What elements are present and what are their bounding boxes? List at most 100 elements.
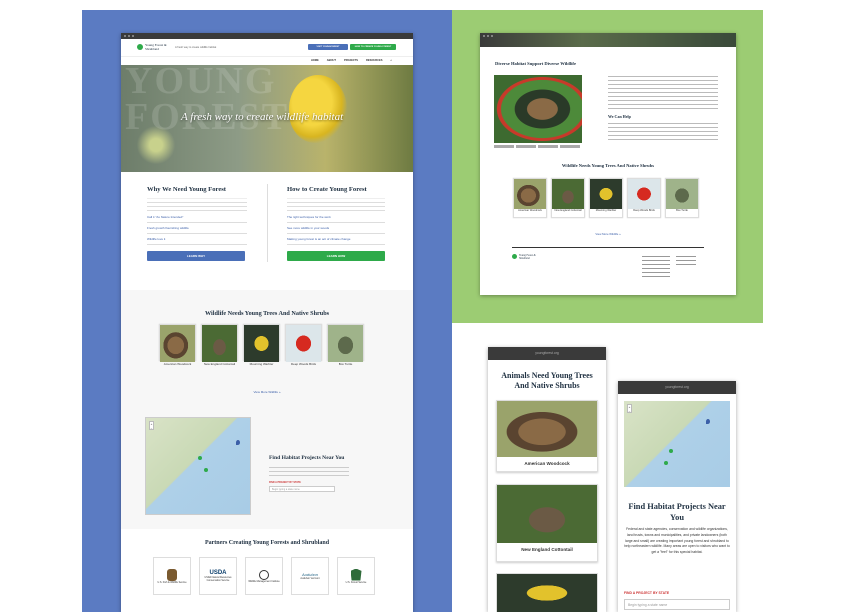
wildlife-card[interactable]: American Woodcock	[159, 324, 196, 366]
nav-resources[interactable]: RESOURCES	[366, 59, 382, 62]
map-body	[269, 465, 349, 479]
search-icon[interactable]: ⌕	[390, 59, 391, 62]
partner-logo[interactable]: USDA USDA Natural Resources Conservation …	[199, 557, 237, 595]
partner-logo[interactable]: Wildlife Management Institute	[245, 557, 283, 595]
projects-map[interactable]: + −	[145, 417, 251, 515]
wildlife-card[interactable]: Mourning Warbler	[589, 178, 623, 218]
logo-text[interactable]: Young Forest & Shrubland	[145, 43, 173, 52]
how-link-1[interactable]: The right techniques for the work	[287, 215, 385, 219]
zoom-control[interactable]: + −	[627, 404, 632, 413]
why-link-3[interactable]: Wildlife love it	[147, 237, 247, 241]
column-divider	[267, 184, 268, 262]
article-wildlife-title: Wildlife Needs Young Trees And Native Sh…	[561, 163, 655, 168]
map-pin[interactable]	[236, 440, 240, 445]
mobile-map-title: Find Habitat Projects Near You	[628, 502, 726, 522]
article-wildlife-grid: American Woodcock New England Cottontail…	[513, 178, 699, 218]
browser-chrome	[480, 33, 736, 47]
why-link-2[interactable]: Fresh growth flourishing wildlife	[147, 226, 247, 230]
partners-section: Partners Creating Young Forests and Shru…	[121, 529, 413, 611]
partner-logo[interactable]: U.S. Forest Service	[337, 557, 375, 595]
forest-service-icon	[350, 568, 362, 581]
how-to-button[interactable]: HOW TO CREATE YOUNG FOREST	[350, 44, 396, 50]
shield-icon	[167, 568, 177, 581]
footer-links-2[interactable]	[676, 254, 696, 266]
mobile-projects-map[interactable]: + −	[624, 401, 730, 487]
learn-why-button[interactable]: LEARN WHY	[147, 251, 245, 261]
why-link-1[interactable]: Call it "As Nature Intended"	[147, 215, 247, 219]
wildlife-card[interactable]: New England Cottontail	[551, 178, 585, 218]
mobile-mockup-map: youngforest.org + − Find Habitat Projects…	[618, 381, 736, 612]
nav-about[interactable]: ABOUT	[327, 59, 336, 62]
map-marker[interactable]	[669, 449, 673, 453]
logo-icon	[512, 254, 517, 259]
wildlife-card[interactable]: Box Turtle	[665, 178, 699, 218]
article-body	[608, 74, 718, 110]
partner-logo[interactable]: U.S. Fish & Wildlife Service	[153, 557, 191, 595]
nav-projects[interactable]: PROJECTS	[344, 59, 358, 62]
mobile-map-body: Federal and state agencies, conservation…	[624, 527, 730, 555]
mobile-url-bar[interactable]: youngforest.org	[618, 381, 736, 394]
header-tagline: A fresh way to create wildlife habitat	[175, 46, 217, 49]
hero: YOUNG FOREST A fresh way to create wildl…	[121, 65, 413, 172]
footer-rule	[512, 247, 704, 248]
mobile-state-input[interactable]: Begin typing a state name	[624, 599, 730, 610]
wildlife-grid: American Woodcock New England Cottontail…	[159, 324, 364, 366]
wildlife-card[interactable]: New England Cottontail	[201, 324, 238, 366]
animal-card[interactable]: American Woodcock	[496, 400, 598, 472]
map-marker[interactable]	[664, 461, 668, 465]
wildlife-section: Wildlife Needs Young Trees And Native Sh…	[121, 290, 413, 409]
how-link-3[interactable]: Making young forest is an act of climate…	[287, 237, 385, 241]
how-title: How to Create Young Forest	[287, 186, 367, 193]
article-view-more[interactable]: View More Wildlife »	[480, 232, 736, 236]
footer-links-1[interactable]	[642, 254, 670, 278]
hero-title: A fresh way to create wildlife habitat	[181, 111, 344, 123]
mobile-map-label: FIND A PROJECT BY STATE	[624, 591, 670, 595]
map-marker[interactable]	[204, 468, 208, 472]
intro-columns: Why We Need Young Forest Call it "As Nat…	[121, 172, 413, 290]
animal-card[interactable]	[496, 573, 598, 612]
site-header: Young Forest & Shrubland A fresh way to …	[121, 39, 413, 57]
wildlife-card[interactable]: Deep Woods Birds	[627, 178, 661, 218]
main-nav: HOME ABOUT PROJECTS RESOURCES ⌕	[121, 57, 413, 65]
state-input[interactable]: Begin typing a state name	[269, 486, 335, 492]
image-caption	[494, 145, 582, 148]
article-subhead: We Can Help	[608, 114, 631, 119]
wildlife-card[interactable]: Mourning Warbler	[243, 324, 280, 366]
leaf-image	[131, 125, 181, 165]
animal-card[interactable]: New England Cottontail	[496, 484, 598, 562]
mobile-url-bar[interactable]: youngforest.org	[488, 347, 606, 360]
wildlife-card[interactable]: Box Turtle	[327, 324, 364, 366]
why-column: Why We Need Young Forest Call it "As Nat…	[125, 186, 259, 261]
nav-home[interactable]: HOME	[311, 59, 319, 62]
why-title: Why We Need Young Forest	[147, 186, 227, 193]
article-image	[494, 75, 582, 143]
visit-button[interactable]: VISIT YOUNGFOREST	[308, 44, 348, 50]
article-body-2	[608, 121, 718, 143]
warbler-image	[289, 75, 347, 143]
how-link-2[interactable]: See more wildlife in your woods	[287, 226, 385, 230]
map-title: Find Habitat Projects Near You	[269, 455, 345, 461]
wildlife-title: Wildlife Needs Young Trees And Native Sh…	[204, 310, 330, 317]
how-body	[287, 200, 385, 212]
how-column: How to Create Young Forest The right tec…	[271, 186, 411, 261]
zoom-control[interactable]: + −	[149, 421, 154, 430]
logo-icon	[137, 44, 143, 50]
wildlife-card[interactable]: Deep Woods Birds	[285, 324, 322, 366]
map-section: + − Find Habitat Projects Near You FIND A…	[121, 409, 413, 529]
article-mockup: Diverse Habitat Support Diverse Wildlife…	[480, 33, 736, 295]
partners-row: U.S. Fish & Wildlife Service USDA USDA Na…	[153, 557, 375, 595]
map-marker[interactable]	[198, 456, 202, 460]
desktop-mockup: Young Forest & Shrubland A fresh way to …	[121, 33, 413, 612]
why-body	[147, 200, 247, 212]
map-pin[interactable]	[706, 419, 710, 424]
wmi-icon	[259, 569, 269, 580]
article-title: Diverse Habitat Support Diverse Wildlife	[495, 61, 576, 66]
footer-logo-text[interactable]: Young Forest & Shrubland	[519, 254, 545, 260]
learn-how-button[interactable]: LEARN HOW	[287, 251, 385, 261]
view-more-link[interactable]: View More Wildlife »	[121, 390, 413, 394]
mobile-animals-title: Animals Need Young Trees And Native Shru…	[501, 371, 593, 390]
map-label: FIND A PROJECT BY STATE	[269, 481, 301, 484]
mobile-mockup-animals: youngforest.org Animals Need Young Trees…	[488, 347, 606, 612]
wildlife-card[interactable]: American Woodcock	[513, 178, 547, 218]
partner-logo[interactable]: Audubon Audubon Vermont	[291, 557, 329, 595]
